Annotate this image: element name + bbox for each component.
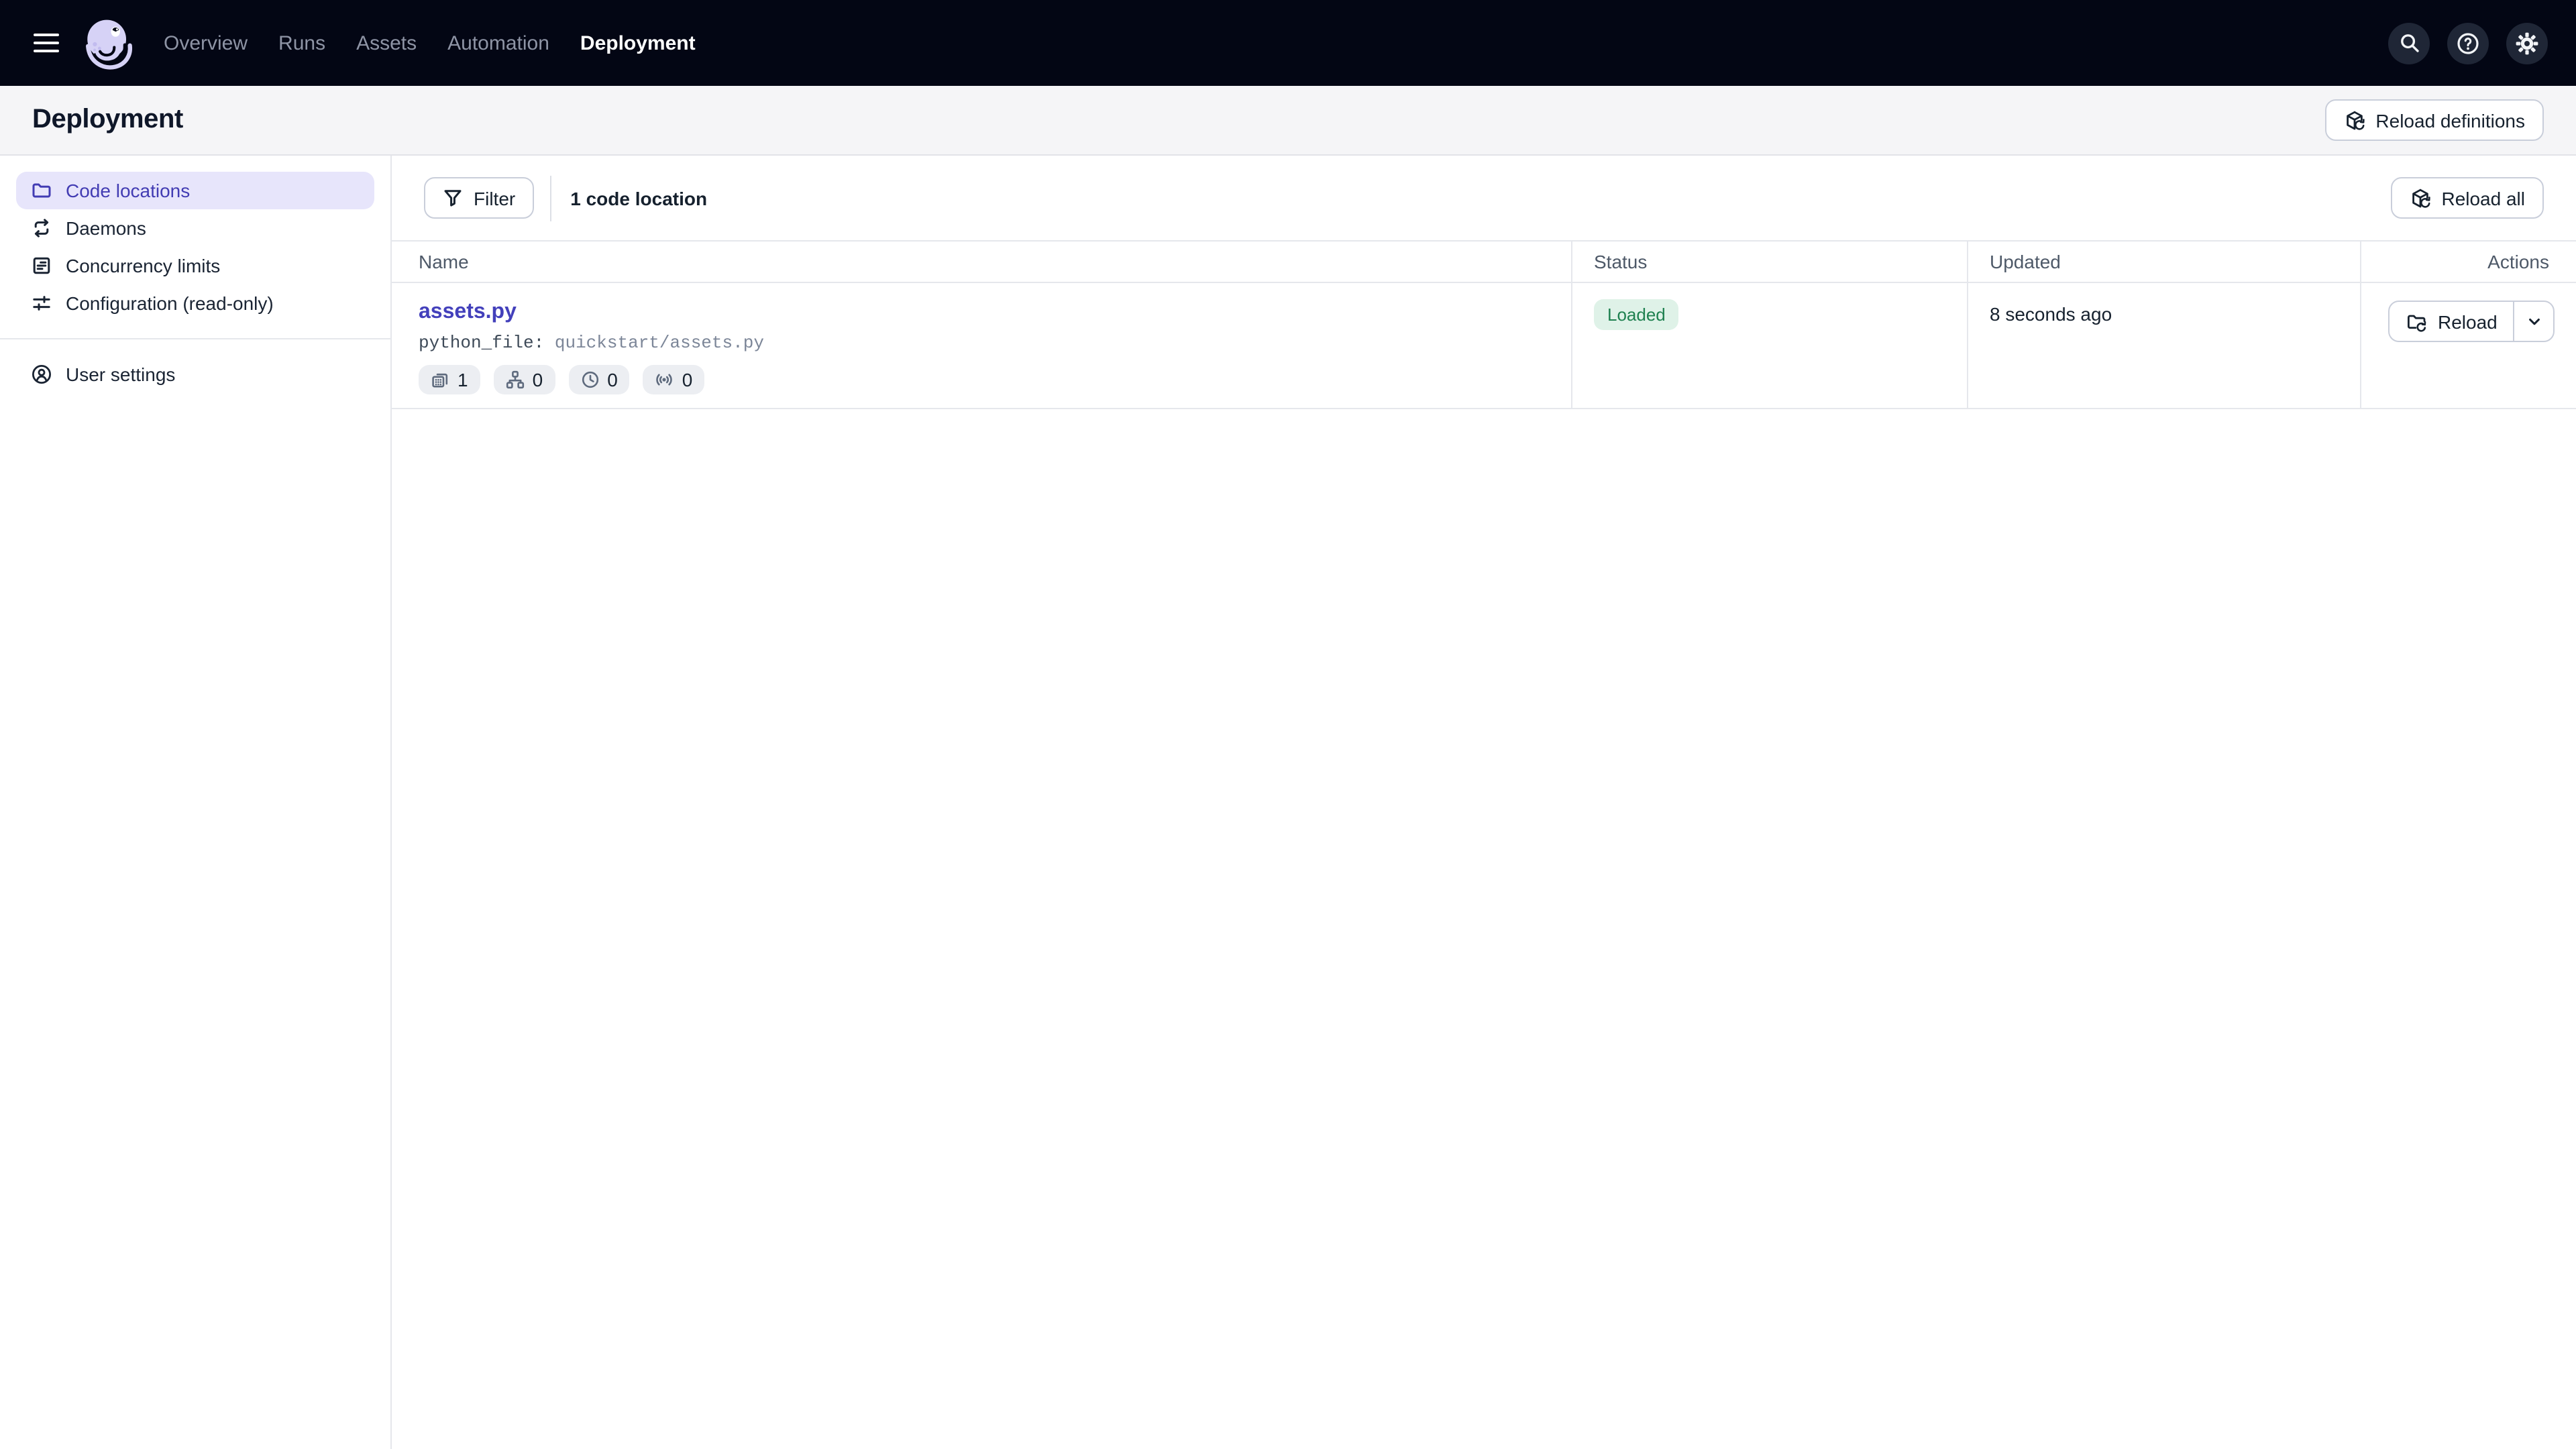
sidebar: Code locations Daemons C — [0, 156, 392, 1449]
reload-button-label: Reload — [2438, 311, 2498, 332]
page-header: Deployment Reload definitions — [0, 86, 2576, 156]
schedule-count: 0 — [607, 369, 618, 390]
package-reload-icon — [2409, 187, 2430, 209]
sidebar-item-daemons[interactable]: Daemons — [16, 209, 374, 247]
reload-options-button[interactable] — [2514, 302, 2554, 341]
column-header-status: Status — [1571, 241, 1967, 282]
sidebar-divider — [0, 338, 390, 339]
count-badges: 1 — [419, 365, 1550, 394]
table-header: Name Status Updated Actions — [392, 240, 2576, 283]
code-locations-table: Name Status Updated Actions assets.py py… — [392, 240, 2576, 409]
column-header-name: Name — [392, 241, 1571, 282]
package-reload-icon — [2343, 109, 2365, 131]
updated-cell: 8 seconds ago — [1967, 283, 2360, 408]
nav-item-deployment[interactable]: Deployment — [580, 32, 696, 54]
assets-icon — [431, 370, 449, 389]
actions-cell: Reload — [2360, 283, 2576, 408]
table-row: assets.py python_file: quickstart/assets… — [392, 283, 2576, 409]
status-cell: Loaded — [1571, 283, 1967, 408]
main-content: Filter 1 code location Reload all Name — [392, 156, 2576, 1449]
search-icon — [2398, 32, 2420, 54]
job-count-badge: 0 — [494, 365, 555, 394]
gear-icon — [2516, 32, 2538, 54]
nav-item-overview[interactable]: Overview — [164, 32, 248, 54]
page-title: Deployment — [32, 105, 183, 136]
sidebar-item-label: Configuration (read-only) — [66, 292, 274, 314]
reload-all-label: Reload all — [2441, 187, 2525, 209]
top-nav: Overview Runs Assets Automation Deployme… — [0, 0, 2576, 86]
menu-button[interactable] — [34, 34, 59, 53]
list-box-icon — [31, 255, 52, 276]
status-badge: Loaded — [1594, 299, 1679, 330]
primary-nav: Overview Runs Assets Automation Deployme… — [164, 32, 696, 54]
sensor-count-badge: 0 — [643, 365, 705, 394]
folder-reload-icon — [2406, 311, 2427, 332]
origin-key: python_file: — [419, 333, 544, 353]
sidebar-item-code-locations[interactable]: Code locations — [16, 172, 374, 209]
code-location-link[interactable]: assets.py — [419, 301, 517, 325]
column-header-updated: Updated — [1967, 241, 2360, 282]
search-button[interactable] — [2388, 22, 2430, 64]
user-icon — [31, 364, 52, 385]
code-location-count: 1 code location — [570, 187, 707, 209]
hamburger-icon — [34, 34, 59, 37]
asset-count-badge: 1 — [419, 365, 480, 394]
sidebar-item-configuration[interactable]: Configuration (read-only) — [16, 284, 374, 322]
repeat-icon — [31, 217, 52, 239]
toolbar-divider — [550, 175, 551, 221]
filter-label: Filter — [474, 187, 515, 209]
sensor-icon — [655, 370, 674, 389]
tune-icon — [31, 292, 52, 314]
sidebar-item-user-settings[interactable]: User settings — [16, 356, 374, 393]
schedule-count-badge: 0 — [568, 365, 630, 394]
reload-all-button[interactable]: Reload all — [2390, 177, 2544, 219]
folder-icon — [31, 180, 52, 201]
nav-item-automation[interactable]: Automation — [447, 32, 549, 54]
reload-button[interactable]: Reload — [2390, 302, 2514, 341]
sidebar-item-label: User settings — [66, 364, 175, 385]
funnel-icon — [443, 188, 463, 208]
sensor-count: 0 — [682, 369, 693, 390]
reload-definitions-button[interactable]: Reload definitions — [2324, 99, 2544, 141]
help-button[interactable] — [2447, 22, 2489, 64]
code-location-origin: python_file: quickstart/assets.py — [419, 333, 1550, 353]
asset-count: 1 — [458, 369, 468, 390]
settings-button[interactable] — [2506, 22, 2548, 64]
layout: Code locations Daemons C — [0, 156, 2576, 1449]
help-icon — [2457, 32, 2479, 54]
sidebar-item-label: Code locations — [66, 180, 190, 201]
sidebar-item-concurrency-limits[interactable]: Concurrency limits — [16, 247, 374, 284]
sidebar-item-label: Concurrency limits — [66, 255, 220, 276]
dagster-logo[interactable] — [80, 15, 136, 70]
column-header-actions: Actions — [2360, 241, 2576, 282]
origin-value: quickstart/assets.py — [555, 333, 764, 353]
clock-icon — [580, 370, 599, 389]
job-count: 0 — [533, 369, 543, 390]
chevron-down-icon — [2526, 313, 2542, 329]
reload-definitions-label: Reload definitions — [2375, 109, 2525, 131]
reload-split-button: Reload — [2388, 301, 2555, 342]
nav-item-runs[interactable]: Runs — [278, 32, 325, 54]
job-graph-icon — [506, 370, 525, 389]
name-cell: assets.py python_file: quickstart/assets… — [392, 283, 1571, 408]
nav-item-assets[interactable]: Assets — [356, 32, 417, 54]
sidebar-item-label: Daemons — [66, 217, 146, 239]
toolbar: Filter 1 code location Reload all — [392, 156, 2576, 240]
filter-button[interactable]: Filter — [424, 177, 534, 219]
dagster-app: Overview Runs Assets Automation Deployme… — [0, 0, 2576, 1449]
